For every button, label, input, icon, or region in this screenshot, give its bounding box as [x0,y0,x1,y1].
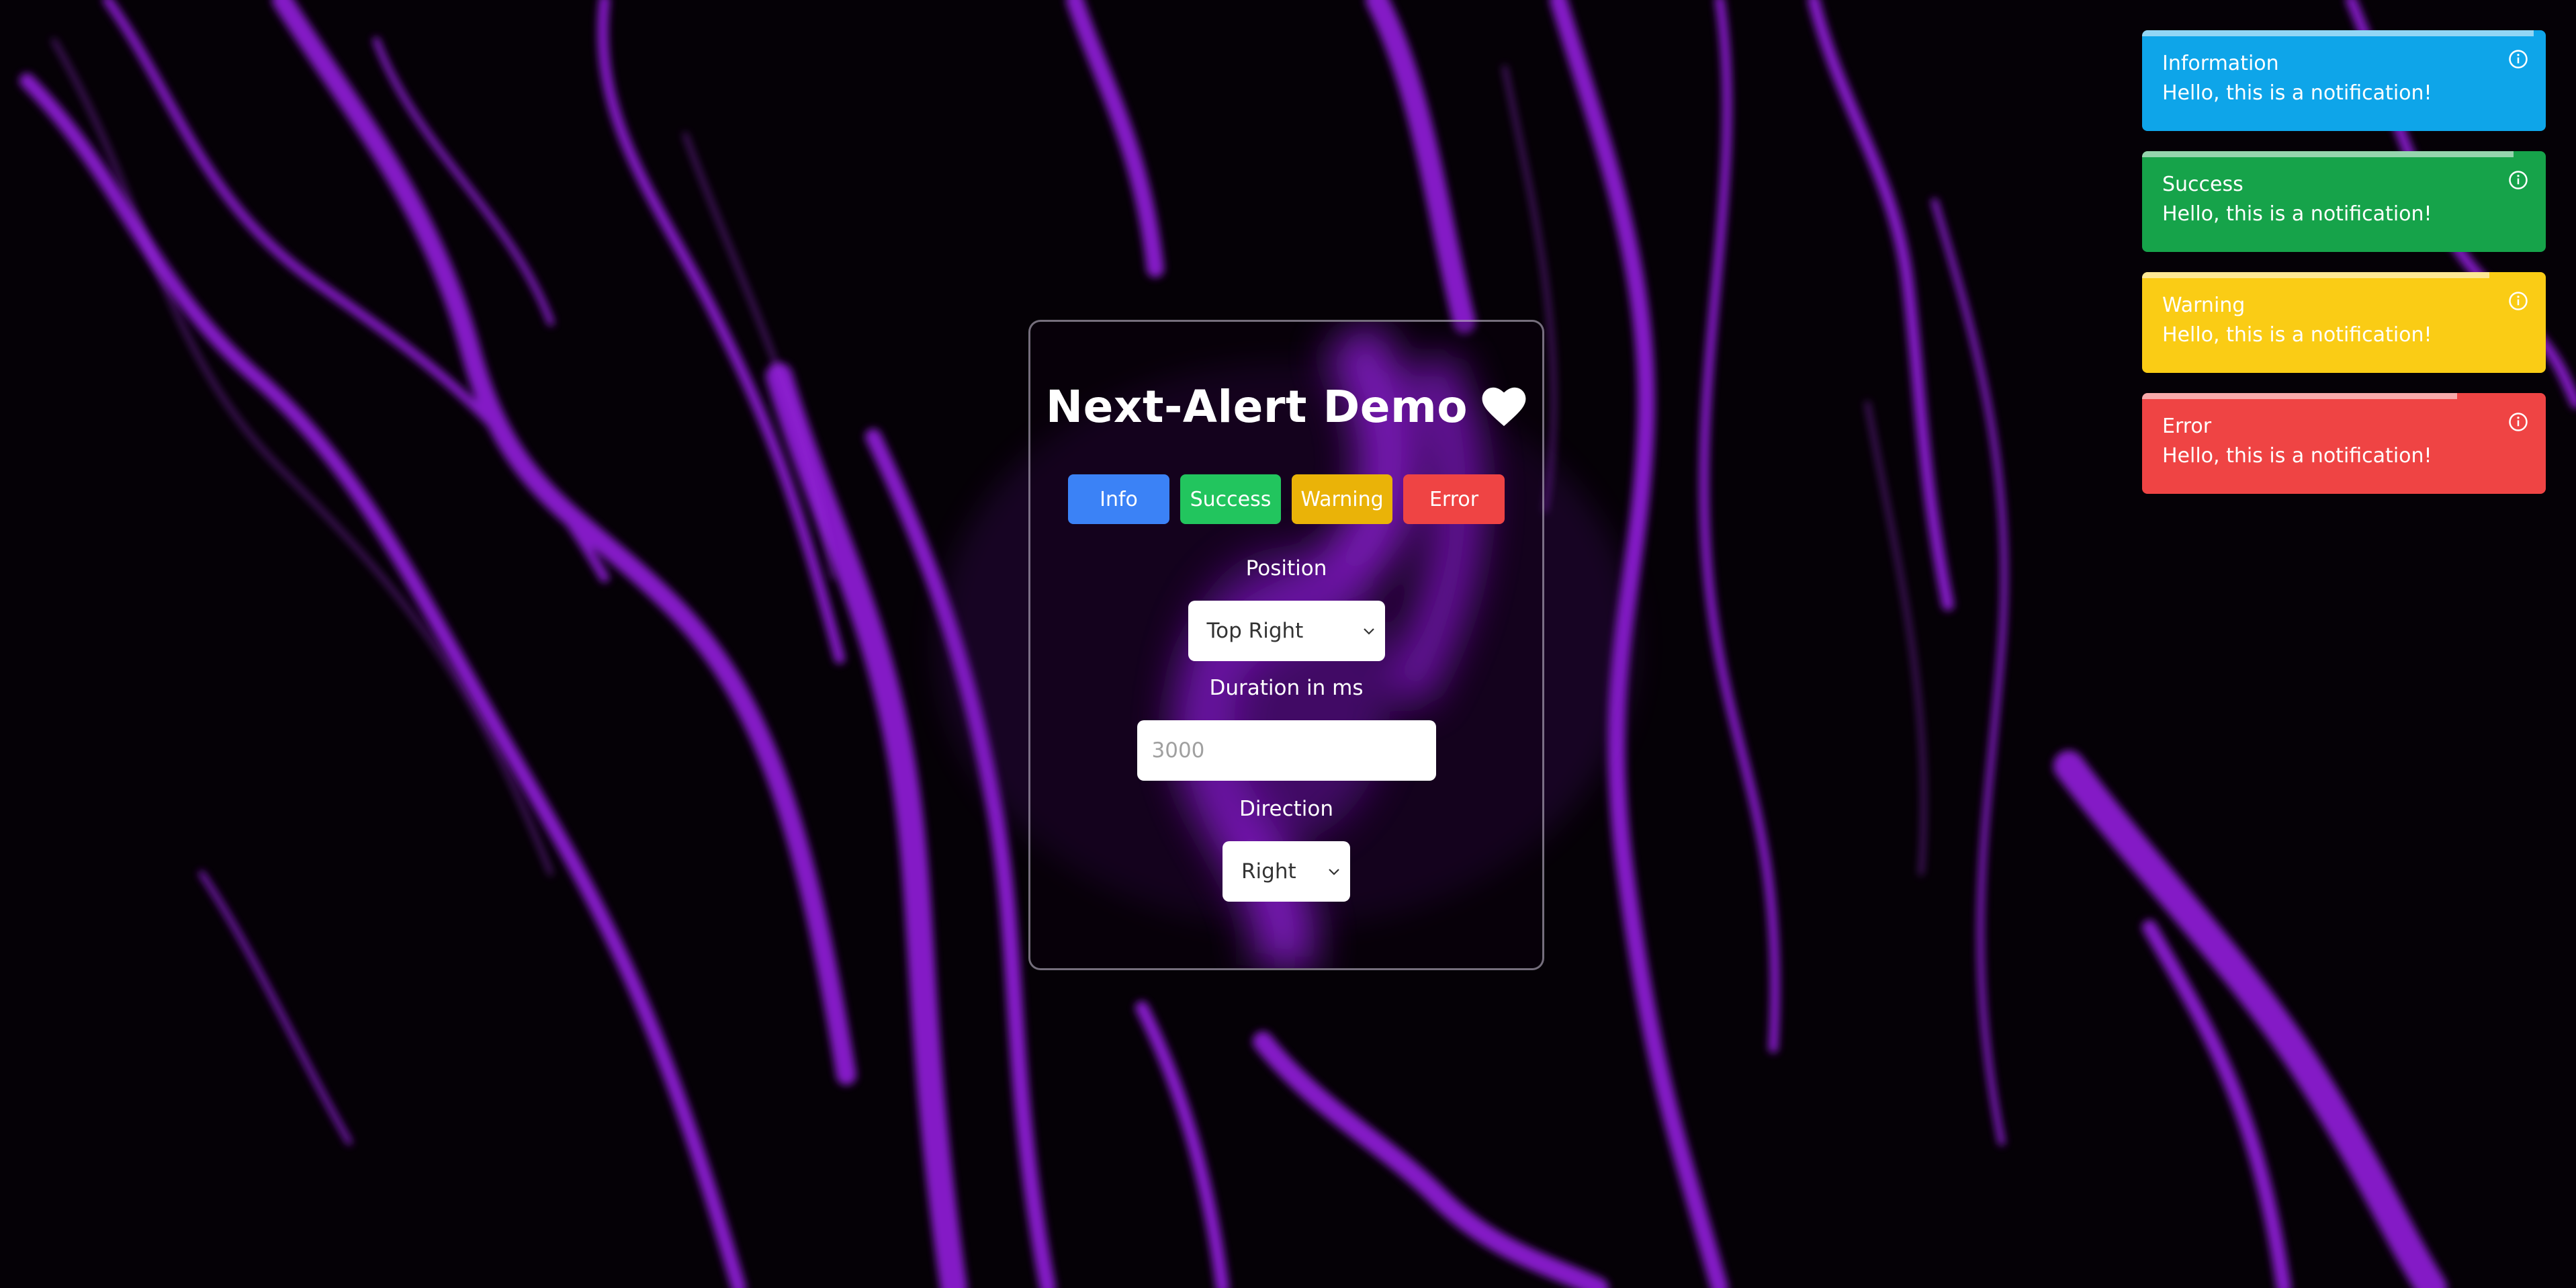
notification-message: Hello, this is a notification! [2162,444,2432,468]
notification-info[interactable]: Information Hello, this is a notificatio… [2142,30,2546,131]
notification-message: Hello, this is a notification! [2162,323,2432,347]
demo-card: Next-Alert Demo Info Success Warning Err… [1028,320,1544,970]
notification-progress-bar [2142,151,2514,157]
notification-title: Error [2162,415,2212,438]
notification-success[interactable]: Success Hello, this is a notification! [2142,151,2546,252]
info-circle-icon [2509,413,2528,431]
notification-message: Hello, this is a notification! [2162,202,2432,226]
info-circle-icon [2509,171,2528,189]
notification-title: Information [2162,52,2279,75]
title-text: Next-Alert Demo [1045,381,1468,433]
chevron-down-icon [1329,869,1339,875]
error-button[interactable]: Error [1403,474,1505,524]
alert-buttons: Info Success Warning Error [1068,474,1505,524]
notification-warning[interactable]: Warning Hello, this is a notification! [2142,272,2546,373]
notification-progress-bar [2142,393,2457,399]
notification-message: Hello, this is a notification! [2162,81,2432,105]
direction-label: Direction [1239,797,1334,821]
info-circle-icon [2509,50,2528,69]
notification-progress-bar [2142,30,2534,36]
direction-select-value: Right [1241,859,1296,884]
heart-icon [1482,387,1526,426]
position-label: Position [1245,556,1327,581]
position-select[interactable]: Top Right [1188,601,1385,661]
duration-label: Duration in ms [1209,676,1364,700]
duration-input[interactable] [1137,720,1436,781]
page: Next-Alert Demo Info Success Warning Err… [0,0,2576,1288]
direction-select[interactable]: Right [1223,841,1350,902]
position-select-value: Top Right [1206,619,1304,643]
chevron-down-icon [1363,628,1374,635]
notification-error[interactable]: Error Hello, this is a notification! [2142,393,2546,494]
notification-progress-bar [2142,272,2489,278]
info-circle-icon [2509,292,2528,310]
page-title: Next-Alert Demo [1046,381,1527,433]
notification-title: Success [2162,173,2244,196]
warning-button[interactable]: Warning [1292,474,1392,524]
success-button[interactable]: Success [1180,474,1281,524]
notification-title: Warning [2162,294,2246,317]
info-button[interactable]: Info [1068,474,1169,524]
